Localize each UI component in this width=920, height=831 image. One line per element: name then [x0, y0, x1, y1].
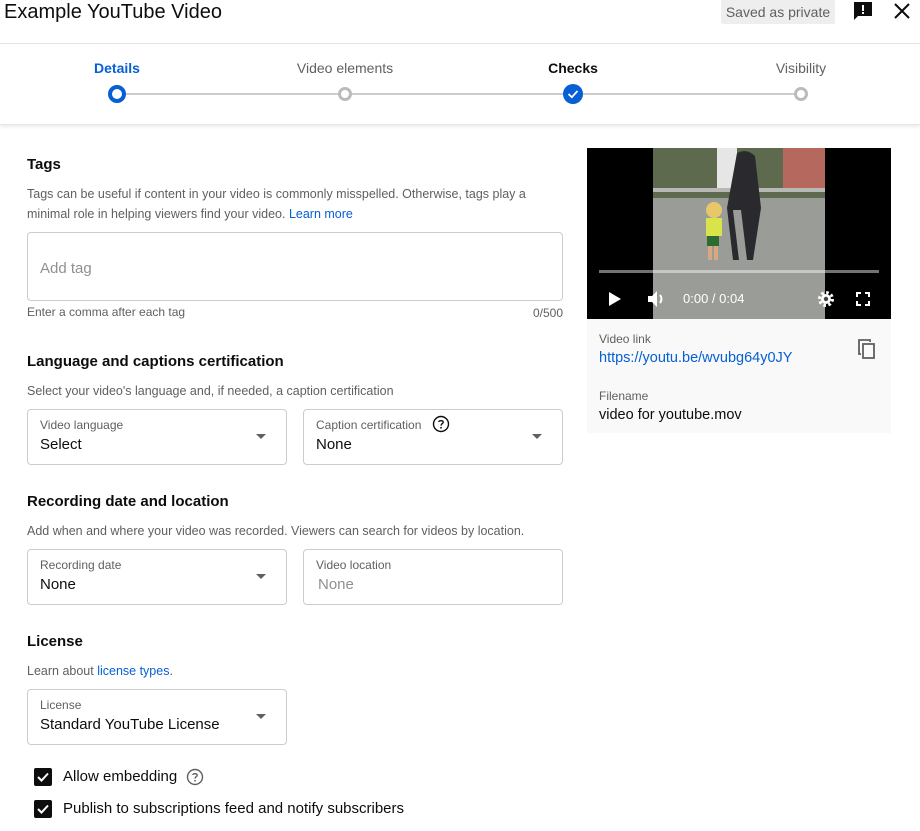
license-learn-prefix: Learn about — [27, 664, 98, 678]
video-preview-panel: 0:00 / 0:04 Video link https://youtu.be/… — [587, 148, 891, 433]
chevron-down-icon — [256, 714, 266, 719]
tags-counter: 0/500 — [532, 306, 563, 320]
settings-icon[interactable] — [817, 290, 835, 313]
recording-description: Add when and where your video was record… — [27, 524, 525, 538]
video-location-label: Video location — [316, 558, 392, 572]
recording-date-label: Recording date — [40, 558, 122, 572]
step-visibility-label[interactable]: Visibility — [776, 60, 826, 76]
license-types-link[interactable]: license types — [97, 664, 169, 678]
tags-input[interactable]: Add tag — [27, 232, 563, 301]
filename-label: Filename — [599, 389, 649, 403]
volume-icon[interactable] — [646, 289, 668, 314]
upload-stepper: Details Video elements Checks Visibility — [0, 45, 920, 125]
publish-feed-checkbox[interactable] — [34, 800, 52, 818]
language-description: Select your video's language and, if nee… — [27, 384, 394, 398]
video-player[interactable]: 0:00 / 0:04 — [587, 148, 891, 319]
recording-date-value: None — [40, 576, 76, 593]
license-learn-suffix: . — [169, 664, 173, 678]
close-icon[interactable] — [890, 0, 914, 24]
copy-icon[interactable] — [857, 338, 877, 365]
dialog-title: Example YouTube Video — [4, 1, 222, 23]
dialog-header: Example YouTube Video Saved as private — [0, 0, 920, 44]
stepper-track — [117, 93, 801, 95]
video-location-field[interactable]: Video location None — [303, 549, 563, 605]
help-icon[interactable] — [186, 768, 204, 791]
recording-heading: Recording date and location — [27, 493, 229, 510]
chevron-down-icon — [532, 434, 542, 439]
tags-heading: Tags — [27, 156, 61, 173]
tags-description-text: Tags can be useful if content in your vi… — [27, 187, 526, 221]
chevron-down-icon — [256, 434, 266, 439]
tags-hint: Enter a comma after each tag — [27, 305, 186, 319]
chevron-down-icon — [256, 574, 266, 579]
video-link-label: Video link — [599, 332, 651, 346]
saved-status-badge: Saved as private — [721, 0, 835, 24]
tags-placeholder: Add tag — [40, 260, 92, 277]
license-heading: License — [27, 633, 83, 650]
caption-certification-label: Caption certification — [316, 418, 422, 432]
allow-embedding-label[interactable]: Allow embedding — [63, 768, 177, 785]
video-language-value: Select — [40, 436, 82, 453]
video-time: 0:00 / 0:04 — [683, 291, 745, 306]
video-progress-track[interactable] — [599, 270, 879, 273]
step-visibility-dot[interactable] — [794, 87, 808, 101]
caption-certification-select[interactable]: Caption certification None — [303, 409, 563, 465]
tags-description: Tags can be useful if content in your vi… — [27, 184, 567, 224]
step-checks-done-icon[interactable] — [563, 84, 583, 104]
help-icon[interactable] — [432, 415, 450, 438]
step-video-elements-label[interactable]: Video elements — [297, 60, 393, 76]
recording-date-select[interactable]: Recording date None — [27, 549, 287, 605]
play-icon[interactable] — [608, 291, 622, 312]
step-video-elements-dot[interactable] — [338, 87, 352, 101]
license-value: Standard YouTube License — [40, 716, 220, 733]
fullscreen-icon[interactable] — [856, 292, 870, 311]
feedback-icon[interactable] — [850, 0, 876, 24]
step-details-label[interactable]: Details — [94, 60, 140, 76]
step-details-dot[interactable] — [108, 85, 126, 103]
language-heading: Language and captions certification — [27, 353, 284, 370]
video-language-select[interactable]: Video language Select — [27, 409, 287, 465]
license-description: Learn about license types. — [27, 661, 173, 681]
allow-embedding-checkbox[interactable] — [34, 768, 52, 786]
filename-value: video for youtube.mov — [599, 407, 742, 423]
step-checks-label[interactable]: Checks — [548, 60, 598, 76]
video-location-placeholder: None — [318, 576, 354, 593]
license-select[interactable]: License Standard YouTube License — [27, 689, 287, 745]
video-link[interactable]: https://youtu.be/wvubg64y0JY — [599, 350, 792, 366]
license-label: License — [40, 698, 82, 712]
video-language-label: Video language — [40, 418, 124, 432]
caption-certification-value: None — [316, 436, 352, 453]
tags-learn-more-link[interactable]: Learn more — [289, 207, 353, 221]
publish-feed-label[interactable]: Publish to subscriptions feed and notify… — [63, 800, 404, 817]
